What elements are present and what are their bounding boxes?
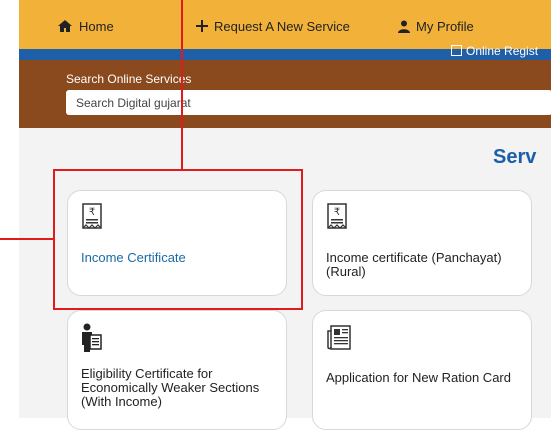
search-label: Search Online Services (66, 72, 192, 86)
service-card-title: Application for New Ration Card (326, 370, 511, 385)
svg-text:₹: ₹ (334, 207, 340, 218)
service-card-income-certificate-panchayat[interactable]: ₹ Income certificate (Panchayat) (Rural) (312, 190, 532, 296)
nav-request-service[interactable]: Request A New Service (196, 17, 350, 35)
online-registration-link[interactable]: Online Regist (451, 44, 551, 60)
search-section: Search Online Services (19, 60, 551, 128)
annotation-pointer-horizontal (0, 238, 53, 240)
online-registration-label: Online Regist (466, 44, 539, 58)
nav-profile-label: My Profile (416, 18, 474, 34)
service-card-title: Income certificate (Panchayat) (Rural) (326, 250, 502, 279)
top-nav: Home Request A New Service My Profile (19, 0, 551, 49)
home-icon (58, 20, 72, 32)
blue-strip: Online Regist (19, 44, 551, 60)
service-card-ews-certificate[interactable]: Eligibility Certificate for Economically… (67, 310, 287, 430)
annotation-highlight-box (53, 169, 303, 310)
annotation-pointer-vertical (181, 0, 183, 169)
nav-my-profile[interactable]: My Profile (398, 17, 474, 35)
section-heading: Serv (493, 146, 537, 168)
receipt-icon: ₹ (327, 203, 347, 229)
newspaper-icon (327, 325, 351, 350)
service-card-title: Eligibility Certificate for Economically… (81, 366, 260, 409)
person-document-icon (82, 323, 102, 352)
nav-home[interactable]: Home (57, 17, 114, 35)
nav-request-label: Request A New Service (214, 18, 350, 34)
plus-icon (196, 20, 208, 32)
service-card-new-ration-card[interactable]: Application for New Ration Card (312, 310, 532, 430)
search-input[interactable] (66, 90, 551, 115)
user-icon (398, 20, 410, 33)
calendar-icon (451, 45, 462, 56)
nav-home-label: Home (79, 18, 114, 34)
